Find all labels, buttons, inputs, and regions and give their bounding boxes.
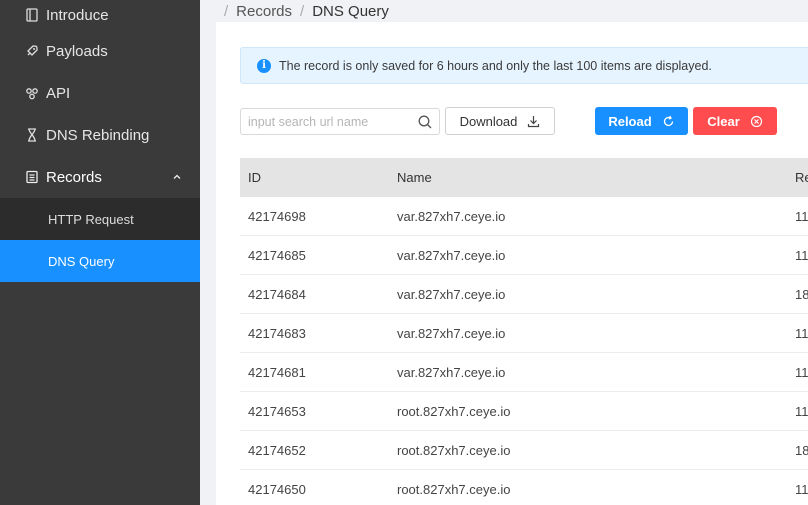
sidebar-item-label: DNS Query: [48, 253, 115, 269]
table-row: 42174685 var.827xh7.ceye.io 117: [240, 236, 808, 275]
list-icon: [24, 169, 40, 185]
dns-records-table: ID Name Re 42174698 var.827xh7.ceye.io 1…: [240, 158, 808, 505]
table-row: 42174650 root.827xh7.ceye.io 117: [240, 470, 808, 505]
cell-id: 42174698: [248, 208, 306, 224]
column-header-remote: Re: [795, 170, 808, 185]
table-row: 42174653 root.827xh7.ceye.io 117: [240, 392, 808, 431]
column-header-id: ID: [248, 170, 261, 185]
column-header-name: Name: [397, 170, 432, 185]
cell-id: 42174685: [248, 247, 306, 263]
cell-id: 42174650: [248, 481, 306, 497]
sidebar-item-label: API: [46, 84, 71, 102]
sidebar-item-label: Payloads: [46, 42, 108, 60]
sidebar-item-records[interactable]: Records: [0, 156, 200, 198]
reload-icon: [662, 115, 675, 128]
records-submenu: HTTP Request DNS Query: [0, 198, 200, 282]
table-row: 42174684 var.827xh7.ceye.io 18: [240, 275, 808, 314]
main-content: i The record is only saved for 6 hours a…: [216, 22, 808, 505]
table-row: 42174652 root.827xh7.ceye.io 18: [240, 431, 808, 470]
cell-remote: 18: [795, 442, 808, 458]
cell-remote: 117: [795, 208, 808, 224]
cell-remote: 117: [795, 325, 808, 341]
clear-label: Clear: [707, 113, 740, 129]
cell-id: 42174653: [248, 403, 306, 419]
reload-button[interactable]: Reload: [595, 107, 688, 135]
cell-name: var.827xh7.ceye.io: [397, 247, 506, 263]
cell-remote: 117: [795, 481, 808, 497]
table-header: ID Name Re: [240, 158, 808, 197]
alert-text: The record is only saved for 6 hours and…: [279, 58, 712, 73]
cell-name: root.827xh7.ceye.io: [397, 481, 511, 497]
table-row: 42174683 var.827xh7.ceye.io 117: [240, 314, 808, 353]
breadcrumb-parent[interactable]: Records: [236, 3, 292, 20]
cell-name: var.827xh7.ceye.io: [397, 208, 506, 224]
search-input[interactable]: [241, 114, 417, 129]
search-icon[interactable]: [417, 114, 433, 130]
cell-name: var.827xh7.ceye.io: [397, 286, 506, 302]
cell-id: 42174681: [248, 364, 306, 380]
sidebar-item-introduce[interactable]: Introduce: [0, 0, 200, 30]
cell-id: 42174652: [248, 442, 306, 458]
breadcrumb-separator: /: [300, 2, 305, 20]
cell-name: var.827xh7.ceye.io: [397, 325, 506, 341]
sidebar-item-dns-query[interactable]: DNS Query: [0, 240, 200, 282]
cell-id: 42174683: [248, 325, 306, 341]
cell-remote: 117: [795, 364, 808, 380]
sidebar-item-payloads[interactable]: Payloads: [0, 30, 200, 72]
sidebar: Introduce Payloads API DNS Rebinding Rec…: [0, 0, 200, 505]
sidebar-item-label: DNS Rebinding: [46, 126, 150, 144]
cell-name: root.827xh7.ceye.io: [397, 442, 511, 458]
sidebar-item-label: Introduce: [46, 6, 109, 24]
info-alert: i The record is only saved for 6 hours a…: [240, 47, 808, 84]
sidebar-item-api[interactable]: API: [0, 72, 200, 114]
clear-button[interactable]: Clear: [693, 107, 777, 135]
breadcrumb-current: DNS Query: [312, 2, 389, 20]
rocket-icon: [24, 43, 40, 59]
cell-id: 42174684: [248, 286, 306, 302]
table-row: 42174681 var.827xh7.ceye.io 117: [240, 353, 808, 392]
table-row: 42174698 var.827xh7.ceye.io 117: [240, 197, 808, 236]
sidebar-item-label: HTTP Request: [48, 211, 134, 227]
download-label: Download: [459, 113, 518, 129]
cell-remote: 117: [795, 247, 808, 263]
cell-name: var.827xh7.ceye.io: [397, 364, 506, 380]
download-button[interactable]: Download: [445, 107, 555, 135]
sidebar-item-label: Records: [46, 168, 102, 186]
book-icon: [24, 7, 40, 23]
download-icon: [527, 115, 540, 128]
breadcrumb: / Records / DNS Query: [200, 0, 808, 22]
breadcrumb-separator: /: [224, 2, 229, 20]
chevron-up-icon: [172, 172, 182, 182]
sidebar-item-dns-rebinding[interactable]: DNS Rebinding: [0, 114, 200, 156]
api-icon: [24, 85, 40, 101]
cell-remote: 117: [795, 403, 808, 419]
reload-label: Reload: [608, 113, 652, 129]
hourglass-icon: [24, 127, 40, 143]
cell-remote: 18: [795, 286, 808, 302]
info-icon: i: [257, 58, 271, 73]
close-circle-icon: [750, 115, 763, 128]
cell-name: root.827xh7.ceye.io: [397, 403, 511, 419]
sidebar-item-http-request[interactable]: HTTP Request: [0, 198, 200, 240]
search-box: [240, 108, 440, 135]
